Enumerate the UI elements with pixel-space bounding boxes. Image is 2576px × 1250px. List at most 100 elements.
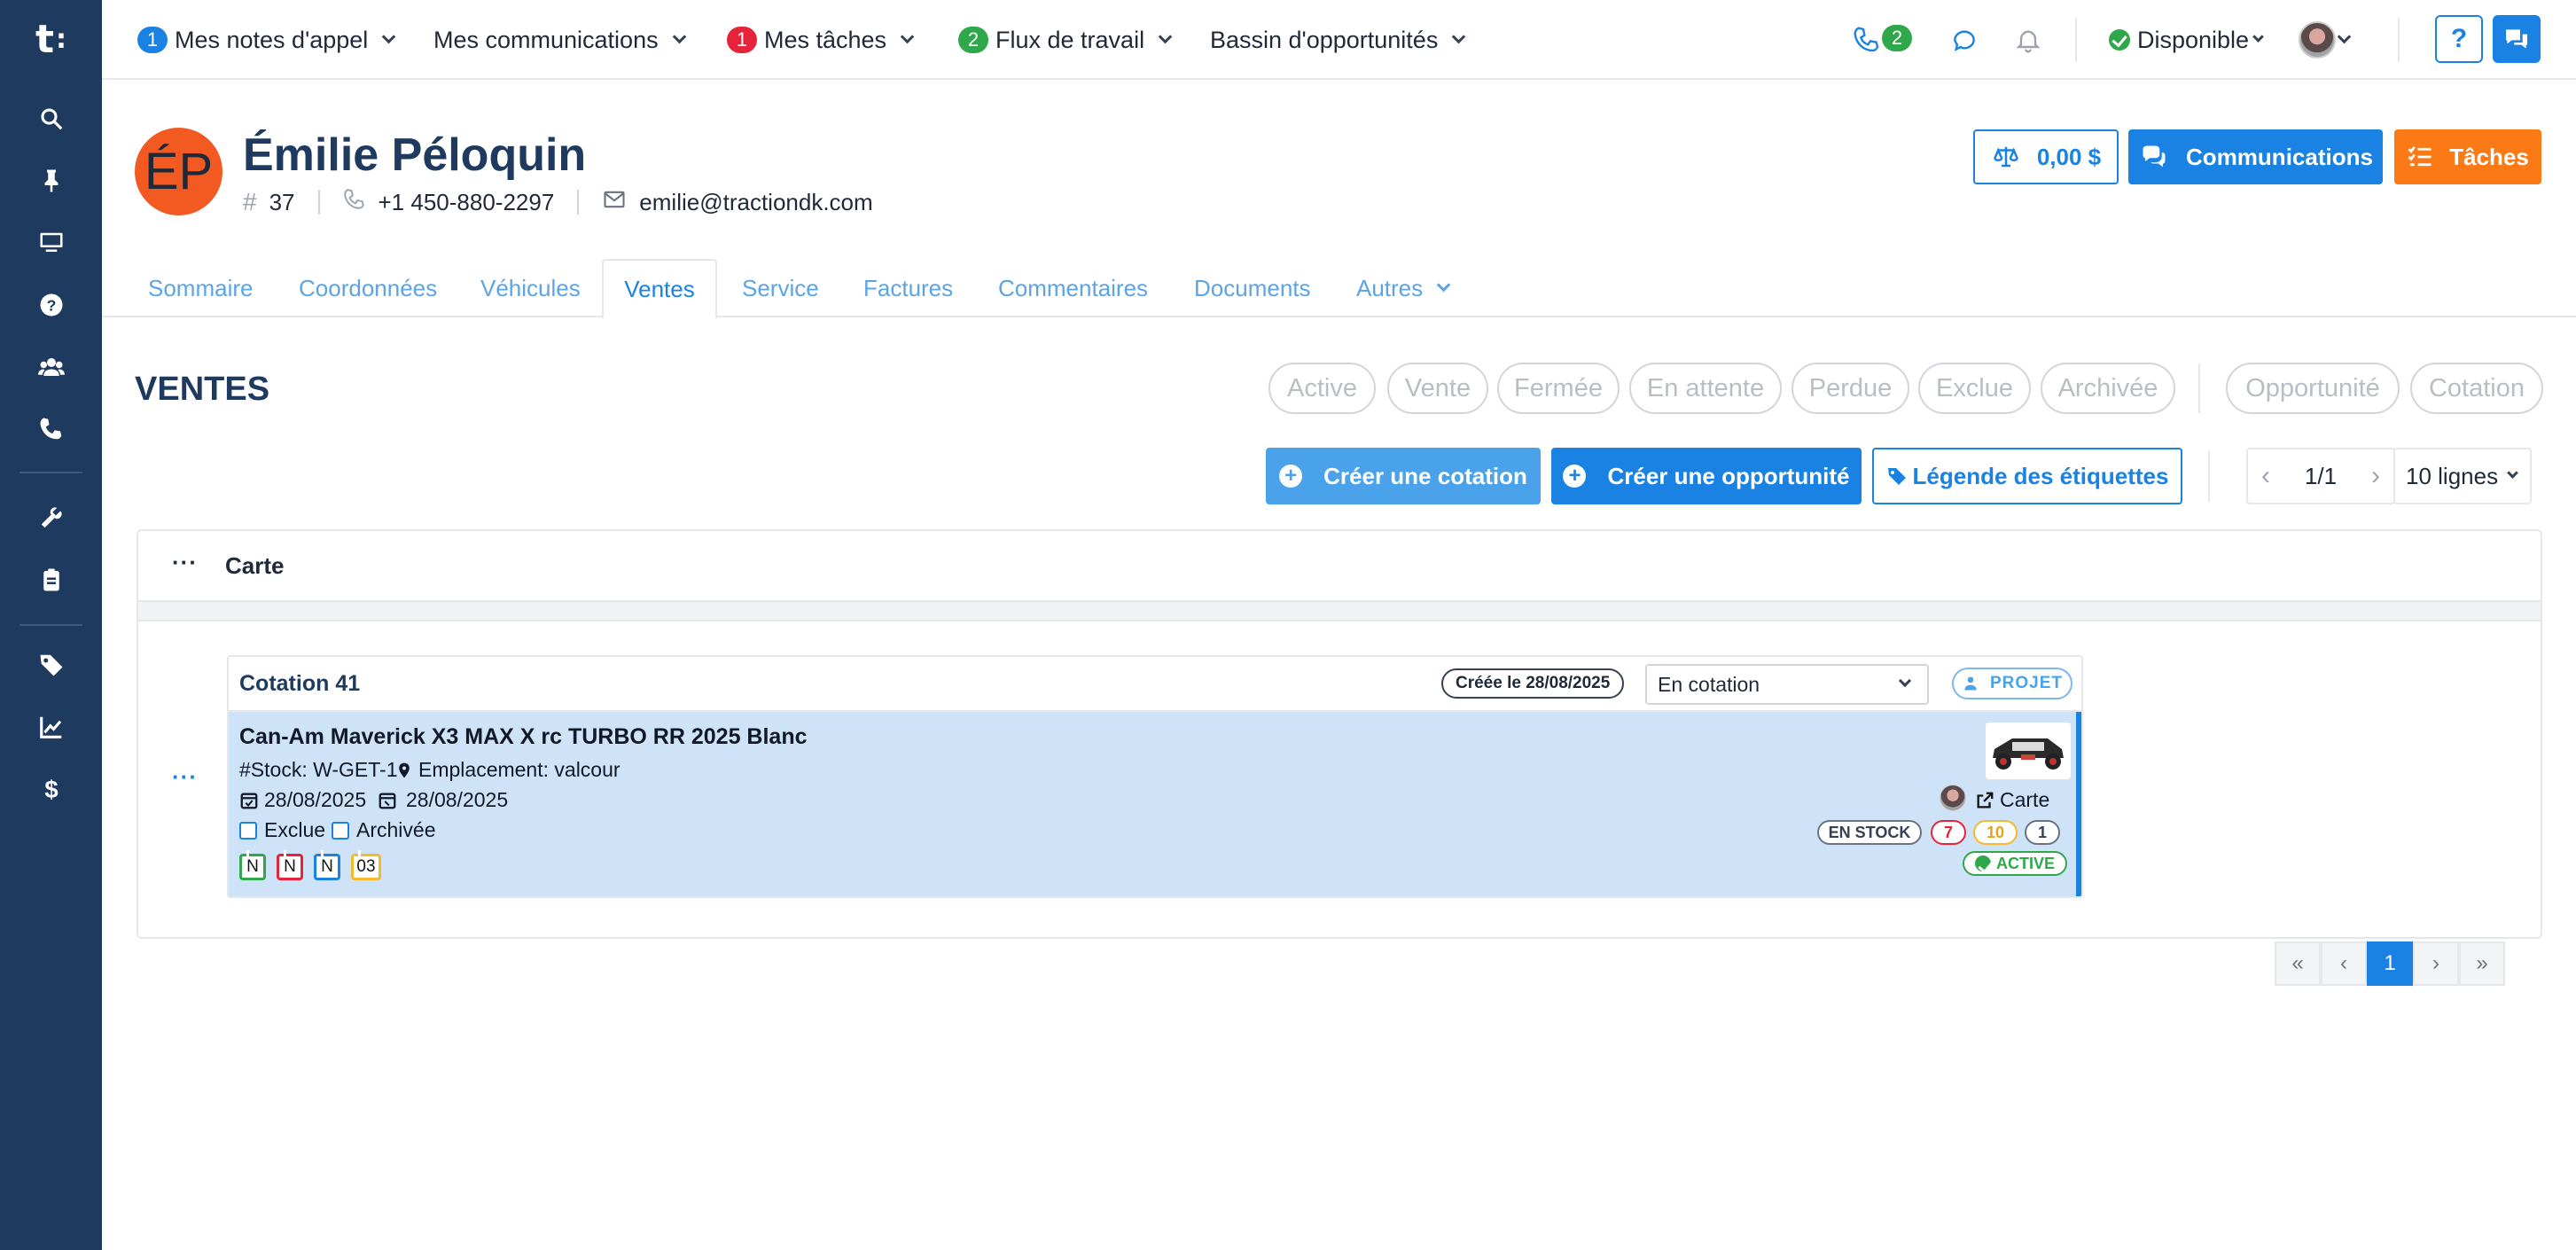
phone-icon[interactable] <box>0 404 102 454</box>
nav-workflow[interactable]: 2 Flux de travail <box>958 23 1173 57</box>
filter-perdue[interactable]: Perdue <box>1791 363 1909 414</box>
topbar-divider <box>2075 18 2077 62</box>
vehicle-thumbnail[interactable] <box>1986 723 2071 779</box>
nav-call-notes[interactable]: 1 Mes notes d'appel <box>137 23 396 57</box>
chat-bubble-icon[interactable] <box>1946 21 1983 59</box>
create-quote-button[interactable]: + Créer une cotation <box>1266 448 1541 504</box>
tag-icon[interactable] <box>0 640 102 690</box>
meta-divider <box>317 190 320 215</box>
client-meta: # 37 +1 450-880-2297 emilie@tractiondk.c… <box>243 186 873 218</box>
section-title: VENTES <box>135 371 270 408</box>
tab-factures[interactable]: Factures <box>863 259 953 317</box>
rows-per-page-select[interactable]: 10 lignes <box>2393 448 2532 504</box>
count-gray-badge: 1 <box>2025 820 2060 845</box>
clipboard-icon[interactable] <box>0 555 102 605</box>
filter-fermee[interactable]: Fermée <box>1497 363 1620 414</box>
dollar-icon[interactable]: $ <box>0 764 102 814</box>
chart-line-icon[interactable] <box>0 702 102 752</box>
filter-archivee[interactable]: Archivée <box>2041 363 2175 414</box>
filter-vente[interactable]: Vente <box>1387 363 1488 414</box>
availability-status[interactable]: Disponible <box>2109 23 2264 57</box>
checkbox-icon <box>239 821 257 840</box>
pagination-prev[interactable]: ‹ <box>2321 941 2367 986</box>
pagination-first[interactable]: « <box>2275 941 2321 986</box>
filter-opportunite[interactable]: Opportunité <box>2226 363 2400 414</box>
row-menu-icon[interactable]: ··· <box>172 763 198 791</box>
pagination-current[interactable]: 1 <box>2367 941 2413 986</box>
quote-status-value: En cotation <box>1658 672 1760 696</box>
tab-vehicules[interactable]: Véhicules <box>480 259 581 317</box>
chevron-down-icon[interactable] <box>2337 29 2352 44</box>
archivee-checkbox[interactable]: Archivée <box>332 818 435 842</box>
user-avatar[interactable] <box>2299 21 2336 59</box>
tab-sommaire[interactable]: Sommaire <box>148 259 253 317</box>
quote-header: Cotation 41 Créée le 28/08/2025 En cotat… <box>229 657 2081 712</box>
client-email[interactable]: emilie@tractiondk.com <box>639 189 872 216</box>
salesperson-avatar[interactable] <box>1940 785 1966 811</box>
search-icon[interactable] <box>0 94 102 144</box>
client-tabs: Sommaire Coordonnées Véhicules Ventes Se… <box>102 259 2576 319</box>
tab-documents[interactable]: Documents <box>1194 259 1311 317</box>
tab-autres[interactable]: Autres <box>1356 259 1451 317</box>
wrench-icon[interactable] <box>0 493 102 543</box>
chevron-down-icon <box>1158 29 1173 43</box>
chevron-left-icon[interactable]: ‹ <box>2248 461 2283 491</box>
tab-coordonnees[interactable]: Coordonnées <box>299 259 437 317</box>
nav-communications-label: Mes communications <box>433 26 659 53</box>
nav-communications[interactable]: Mes communications <box>433 23 686 57</box>
filter-cotation[interactable]: Cotation <box>2410 363 2543 414</box>
chevron-right-icon[interactable]: › <box>2358 461 2393 491</box>
projet-badge[interactable]: PROJET <box>1952 668 2073 699</box>
help-button[interactable]: ? <box>2435 15 2483 63</box>
nav-opportunity-pool[interactable]: Bassin d'opportunités <box>1210 23 1466 57</box>
tag-blue-calendar[interactable]: N <box>314 850 340 880</box>
tab-ventes[interactable]: Ventes <box>602 259 717 319</box>
client-phone[interactable]: +1 450-880-2297 <box>379 189 555 216</box>
phone-calls-badge: 2 <box>1882 25 1912 51</box>
quote-card[interactable]: Cotation 41 Créée le 28/08/2025 En cotat… <box>227 655 2083 898</box>
tag-red-calendar[interactable]: N <box>277 850 303 880</box>
desktop-icon[interactable] <box>0 218 102 268</box>
vehicle-title[interactable]: Can-Am Maverick X3 MAX X rc TURBO RR 202… <box>239 724 808 750</box>
messages-button[interactable] <box>2493 15 2541 63</box>
nav-tasks[interactable]: 1 Mes tâches <box>727 23 915 57</box>
question-icon[interactable]: ? <box>0 280 102 330</box>
active-status-label: ACTIVE <box>1995 854 2055 872</box>
pagination-last[interactable]: » <box>2459 941 2505 986</box>
tab-autres-label: Autres <box>1356 274 1424 301</box>
count-yellow-badge: 10 <box>1973 820 2018 845</box>
tag-green-calendar[interactable]: N <box>239 850 266 880</box>
panel-header: ··· Carte <box>138 531 2541 602</box>
filter-exclue[interactable]: Exclue <box>1918 363 2031 414</box>
tab-service[interactable]: Service <box>742 259 819 317</box>
exclue-checkbox[interactable]: Exclue <box>239 818 325 842</box>
tasks-button[interactable]: Tâches <box>2394 129 2541 184</box>
quote-status-select[interactable]: En cotation <box>1645 664 1929 705</box>
workflow-badge: 2 <box>958 27 988 53</box>
filter-en-attente[interactable]: En attente <box>1629 363 1782 414</box>
pin-icon[interactable] <box>0 156 102 206</box>
pagination-next[interactable]: › <box>2413 941 2459 986</box>
filter-divider <box>2198 363 2200 413</box>
users-icon[interactable] <box>0 342 102 392</box>
plus-circle-icon: + <box>1279 465 1303 488</box>
app-logo[interactable]: t: <box>0 0 102 78</box>
tasks-badge: 1 <box>727 27 757 53</box>
phone-calls-icon[interactable] <box>1848 21 1885 59</box>
client-name: Émilie Péloquin <box>243 129 587 181</box>
tag-yellow-calendar[interactable]: 03 <box>351 850 381 880</box>
panel-menu-icon[interactable]: ··· <box>172 549 198 576</box>
communications-button[interactable]: Communications <box>2128 129 2383 184</box>
tags-legend-button[interactable]: Légende des étiquettes <box>1872 448 2182 504</box>
card-link[interactable]: Carte <box>1975 788 2049 812</box>
bell-icon[interactable] <box>2010 21 2047 59</box>
date-start-value: 28/08/2025 <box>264 788 367 811</box>
stock-status-badge: EN STOCK <box>1817 820 1922 845</box>
tab-commentaires[interactable]: Commentaires <box>998 259 1148 317</box>
create-opportunity-button[interactable]: + Créer une opportunité <box>1551 448 1862 504</box>
create-quote-label: Créer une cotation <box>1323 462 1527 489</box>
filter-active[interactable]: Active <box>1268 363 1376 414</box>
archivee-label: Archivée <box>356 818 436 841</box>
balance-button[interactable]: 0,00 $ <box>1973 129 2119 184</box>
stock-number: #Stock: W-GET-1 <box>239 758 398 781</box>
